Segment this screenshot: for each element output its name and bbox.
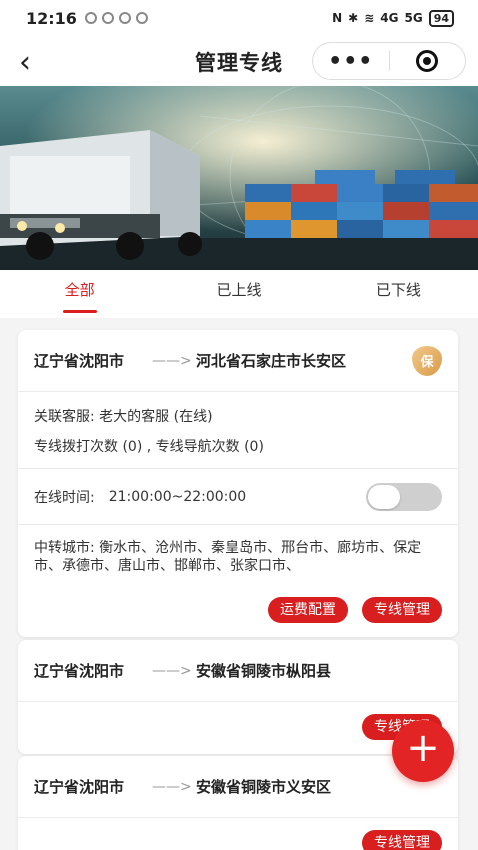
status-app-icons: [84, 12, 148, 24]
route-header: 辽宁省沈阳市 ——> 安徽省铜陵市义安区: [18, 756, 458, 818]
route-header: 辽宁省沈阳市 ——> 河北省石家庄市长安区 保: [18, 330, 458, 392]
arrow-right-icon: ——>: [152, 662, 192, 679]
status-time: 12:16: [26, 8, 77, 28]
signal-5g-icon: 5G: [404, 11, 423, 25]
more-button[interactable]: •••: [313, 49, 389, 74]
arrow-right-icon: ——>: [152, 352, 192, 369]
cloud-icon: [101, 12, 114, 24]
online-time-row: 在线时间: 21:00:00~22:00:00: [18, 469, 458, 525]
card-actions: 运费配置 专线管理: [18, 585, 458, 637]
wifi-icon: ≋: [364, 11, 375, 25]
route-origin: 辽宁省沈阳市: [34, 778, 125, 796]
battery-icon: 94: [428, 9, 454, 27]
tab-all[interactable]: 全部: [0, 270, 159, 318]
signal-4g-icon: 4G: [380, 11, 399, 25]
transfer-label: 中转城市:: [34, 540, 95, 556]
add-route-button[interactable]: +: [392, 720, 454, 782]
bluetooth-icon: ✱: [348, 11, 359, 25]
status-indicators: N ✱ ≋ 4G 5G 94: [332, 9, 454, 27]
tab-online[interactable]: 已上线: [159, 270, 318, 318]
route-manage-button[interactable]: 专线管理: [362, 830, 442, 850]
route-info: 关联客服: 老大的客服 (在线) 专线拨打次数 (0) , 专线导航次数 (0): [18, 392, 458, 469]
nfc-icon: N: [332, 11, 343, 25]
card-actions: 专线管理: [18, 818, 458, 850]
filter-tabs: 全部 已上线 已下线: [0, 270, 478, 318]
route-origin: 辽宁省沈阳市: [34, 662, 125, 680]
app-notify-icon: [84, 12, 97, 24]
speedometer-icon: [135, 12, 148, 24]
insurance-shield-icon: 保: [412, 345, 442, 376]
arrow-right-icon: ——>: [152, 778, 192, 795]
nav-bar: ‹ 管理专线 •••: [0, 36, 478, 88]
route-origin: 辽宁省沈阳市: [34, 352, 125, 370]
route-card: 辽宁省沈阳市 ——> 安徽省铜陵市枞阳县 专线管理: [18, 640, 458, 754]
service-value: 老大的客服 (在线): [99, 409, 213, 425]
target-icon: [416, 50, 439, 72]
freight-config-button[interactable]: 运费配置: [268, 597, 348, 623]
online-time-value: 21:00:00~22:00:00: [108, 488, 247, 505]
call-nav-stats: 专线拨打次数 (0) , 专线导航次数 (0): [34, 439, 264, 455]
app-notify-icon: [118, 12, 131, 24]
route-card: 辽宁省沈阳市 ——> 河北省石家庄市长安区 保 关联客服: 老大的客服 (在线)…: [18, 330, 458, 637]
miniapp-capsule: •••: [312, 42, 466, 80]
route-destination: 安徽省铜陵市枞阳县: [196, 662, 332, 680]
banner-image: [0, 86, 478, 270]
route-header: 辽宁省沈阳市 ——> 安徽省铜陵市枞阳县: [18, 640, 458, 702]
route-destination: 河北省石家庄市长安区: [196, 352, 347, 370]
route-destination: 安徽省铜陵市义安区: [196, 778, 332, 796]
service-label: 关联客服:: [34, 409, 95, 425]
truck-port-illustration: [0, 86, 478, 270]
route-card: 辽宁省沈阳市 ——> 安徽省铜陵市义安区 专线管理: [18, 756, 458, 850]
status-bar: 12:16 N ✱ ≋ 4G 5G 94: [0, 0, 478, 36]
close-miniapp-button[interactable]: [390, 50, 466, 72]
online-toggle[interactable]: [366, 482, 442, 511]
online-time-label: 在线时间:: [34, 489, 95, 506]
transfer-cities: 中转城市: 衡水市、沧州市、秦皇岛市、邢台市、廊坊市、保定市、承德市、唐山市、邯…: [18, 525, 458, 585]
tab-offline[interactable]: 已下线: [319, 270, 478, 318]
back-button[interactable]: ‹: [0, 36, 50, 88]
route-manage-button[interactable]: 专线管理: [362, 597, 442, 623]
